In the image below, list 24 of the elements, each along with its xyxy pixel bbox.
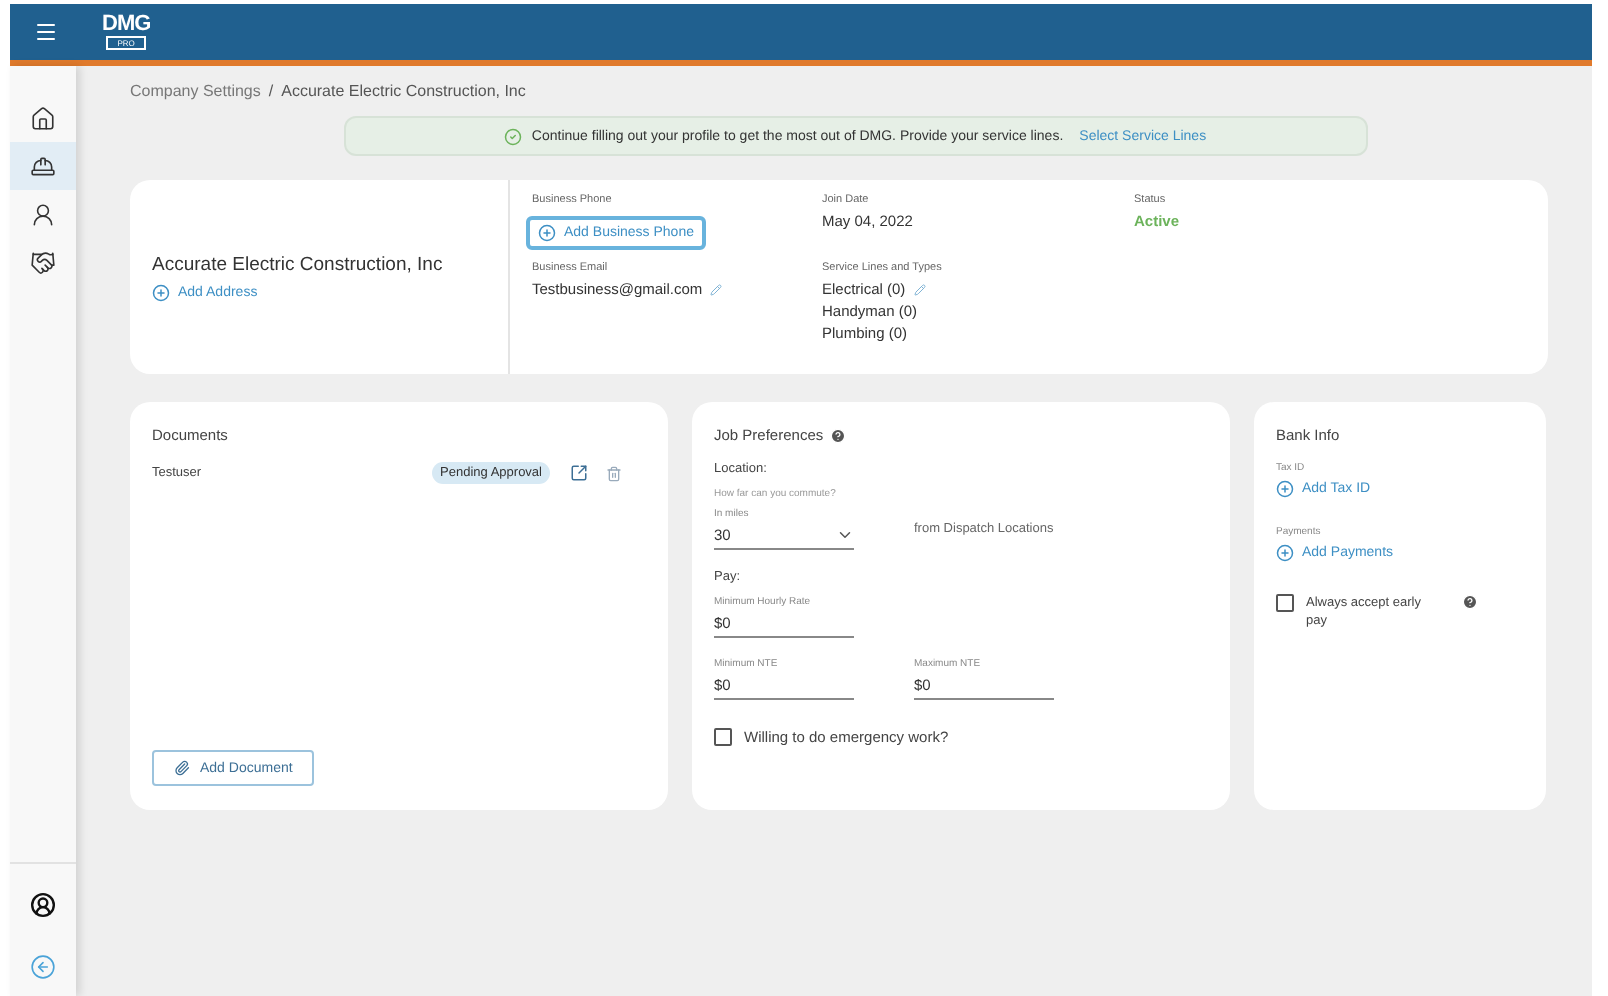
hard-hat-icon (30, 153, 56, 179)
plus-icon (538, 224, 556, 242)
breadcrumb-current: Accurate Electric Construction, Inc (281, 82, 526, 100)
person-icon (30, 201, 56, 227)
check-icon (503, 127, 522, 145)
handshake-icon (30, 249, 56, 275)
home-icon (30, 105, 56, 131)
help-icon[interactable] (829, 427, 846, 443)
plus-icon (1276, 544, 1294, 562)
plus-icon (1276, 480, 1294, 498)
logout-icon[interactable] (30, 954, 56, 980)
checkbox[interactable] (1276, 594, 1294, 612)
checkbox[interactable] (714, 728, 732, 746)
open-icon[interactable] (570, 464, 588, 482)
breadcrumb-link[interactable]: Company Settings (130, 82, 261, 100)
chevron-down-icon (836, 526, 854, 544)
company-name: Accurate Electric Construction, Inc (152, 253, 445, 275)
paperclip-icon (174, 760, 190, 776)
plus-icon (152, 283, 170, 301)
menu-icon[interactable] (34, 20, 58, 44)
sidebar-item[interactable] (10, 142, 76, 190)
help-icon[interactable] (1462, 594, 1478, 610)
account-icon[interactable] (30, 892, 56, 918)
breadcrumb-separator: / (268, 82, 274, 100)
